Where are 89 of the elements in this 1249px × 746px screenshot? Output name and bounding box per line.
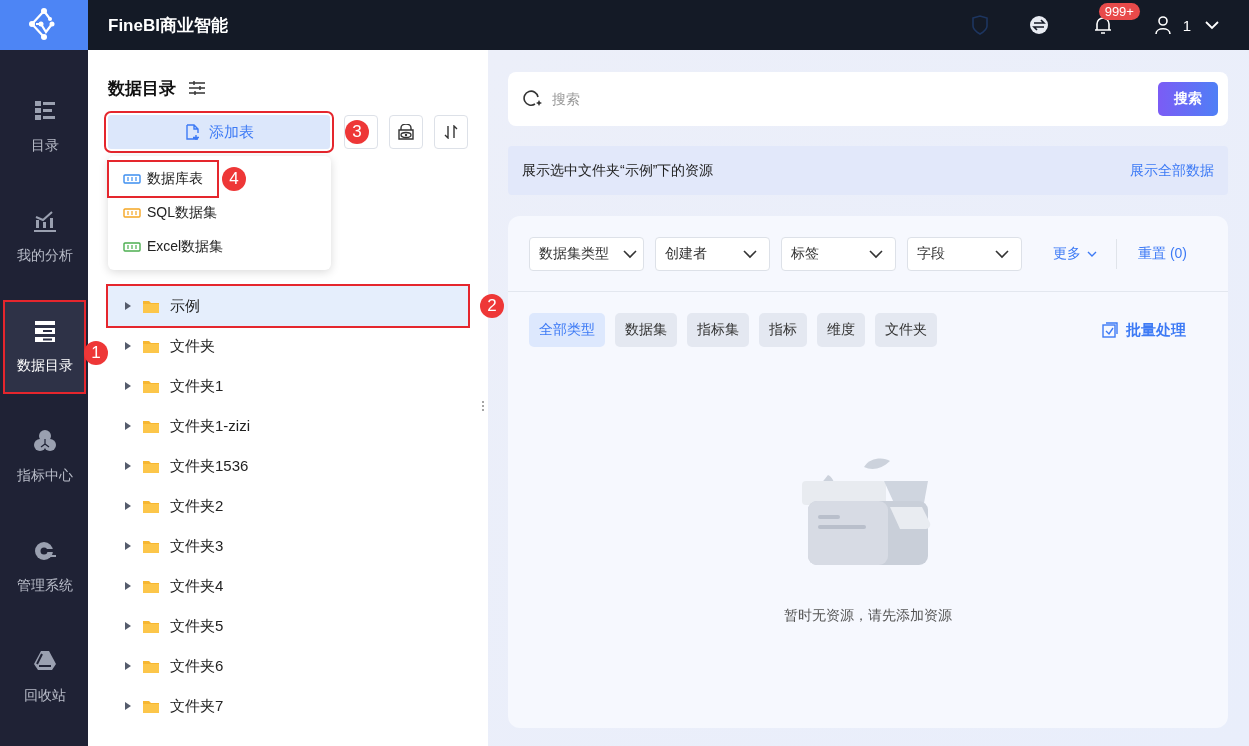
nav-item[interactable]: 指标中心 <box>5 412 84 502</box>
menu-item[interactable]: SQL数据集 <box>108 196 331 230</box>
bell-icon[interactable] <box>1092 15 1113 35</box>
type-filter-chip[interactable]: 指标集 <box>687 313 749 347</box>
user-name[interactable]: 1 <box>1182 16 1191 34</box>
checkbox-icon <box>1102 322 1118 338</box>
more-button[interactable]: 更多 <box>1047 244 1103 264</box>
empty-state-text: 暂时无资源，请先添加资源 <box>784 607 952 625</box>
expand-triangle-icon <box>124 581 132 591</box>
type-filter-chip[interactable]: 指标 <box>759 313 807 347</box>
tree-item[interactable]: 文件夹7 <box>108 686 468 726</box>
expand-triangle-icon <box>124 421 132 431</box>
expand-triangle-icon <box>124 701 132 711</box>
nav-item[interactable]: 目录 <box>5 82 84 172</box>
expand-triangle-icon <box>124 381 132 391</box>
type-filter-chip[interactable]: 文件夹 <box>875 313 937 347</box>
expand-triangle-icon <box>124 341 132 351</box>
folder-icon <box>142 378 160 394</box>
tree-item[interactable]: 文件夹2 <box>108 486 468 526</box>
panel-title: 数据目录 <box>108 77 176 100</box>
app-logo[interactable] <box>0 0 88 50</box>
sort-icon <box>444 125 458 139</box>
gear-icon <box>32 539 57 563</box>
folder-icon <box>142 658 160 674</box>
chevron-down-icon <box>623 249 637 259</box>
folder-icon <box>142 698 160 714</box>
menu-item[interactable]: Excel数据集 <box>108 230 331 264</box>
expand-triangle-icon <box>124 501 132 511</box>
expand-triangle-icon <box>124 301 132 311</box>
search-button[interactable]: 搜索 <box>1158 82 1218 116</box>
expand-triangle-icon <box>124 541 132 551</box>
chevron-down-icon <box>869 249 883 259</box>
folder-icon <box>142 578 160 594</box>
folder-icon <box>142 618 160 634</box>
nav-item[interactable]: 管理系统 <box>5 522 84 612</box>
filter-dropdown[interactable]: 数据集类型 <box>529 237 644 271</box>
folder-icon <box>142 498 160 514</box>
visibility-lock-button[interactable] <box>389 115 423 149</box>
lock-eye-icon <box>397 124 415 140</box>
chevron-down-icon[interactable] <box>1205 20 1219 30</box>
drive-triangle-icon <box>32 649 57 673</box>
info-text: 展示选中文件夹“示例”下的资源 <box>522 161 714 180</box>
folder-icon <box>142 458 160 474</box>
tree-item[interactable]: 文件夹4 <box>108 566 468 606</box>
chevron-down-icon <box>743 249 757 259</box>
callout-number: 4 <box>222 167 246 191</box>
tree-item[interactable]: 示例 <box>108 286 468 326</box>
expand-triangle-icon <box>124 461 132 471</box>
filter-dropdown[interactable]: 标签 <box>781 237 896 271</box>
sql-file-icon <box>123 207 141 219</box>
type-filter-chip[interactable]: 数据集 <box>615 313 677 347</box>
notification-badge: 999+ <box>1098 3 1140 20</box>
filter-dropdown[interactable]: 创建者 <box>655 237 770 271</box>
folder-icon <box>142 418 160 434</box>
chevron-down-icon <box>995 249 1009 259</box>
nav-item[interactable]: 回收站 <box>5 632 84 722</box>
resize-handle-icon[interactable] <box>481 400 485 412</box>
nav-item[interactable]: 我的分析 <box>5 192 84 282</box>
menu-item[interactable]: 数据库表 <box>109 162 217 196</box>
bar-chart-icon <box>32 209 57 233</box>
folder-icon <box>142 538 160 554</box>
db-file-icon <box>123 173 141 185</box>
batch-process-button[interactable]: 批量处理 <box>1096 319 1192 341</box>
tree-item[interactable]: 文件夹6 <box>108 646 468 686</box>
chevron-down-icon <box>1087 250 1097 258</box>
user-icon[interactable] <box>1152 15 1173 35</box>
reset-link[interactable]: 重置 (0) <box>1138 245 1187 263</box>
cubes-icon <box>32 429 57 453</box>
swap-icon[interactable] <box>1028 15 1049 35</box>
nav-item[interactable]: 数据目录 <box>5 302 84 392</box>
tree-item[interactable]: 文件夹 <box>108 326 468 366</box>
tree-item[interactable]: 文件夹1536 <box>108 446 468 486</box>
tree-item[interactable]: 文件夹1-zizi <box>108 406 468 446</box>
expand-triangle-icon <box>124 661 132 671</box>
type-filter-chip[interactable]: 维度 <box>817 313 865 347</box>
tree-item[interactable]: 文件夹1 <box>108 366 468 406</box>
catalog-icon <box>32 319 57 343</box>
folder-icon <box>142 298 160 314</box>
callout-number: 2 <box>480 294 504 318</box>
tree-item[interactable]: 文件夹5 <box>108 606 468 646</box>
tree-item[interactable]: 文件夹3 <box>108 526 468 566</box>
expand-triangle-icon <box>124 621 132 631</box>
app-title: FineBI商业智能 <box>108 14 228 37</box>
list-icon <box>32 99 57 123</box>
filter-dropdown[interactable]: 字段 <box>907 237 1022 271</box>
xls-file-icon <box>123 241 141 253</box>
filter-sliders-icon[interactable] <box>188 80 206 96</box>
folder-icon <box>142 338 160 354</box>
file-plus-icon <box>184 124 201 140</box>
